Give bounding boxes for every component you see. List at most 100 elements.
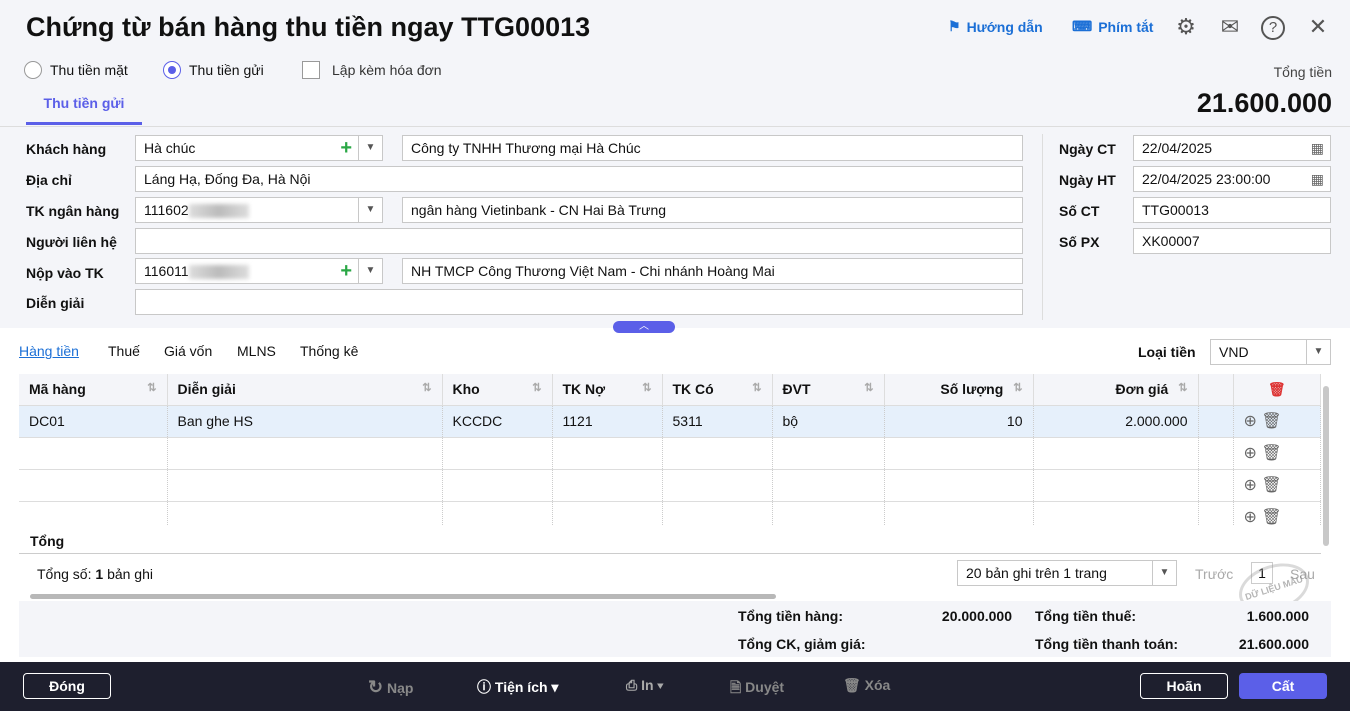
radio-deposit[interactable]: Thu tiền gửi — [163, 61, 264, 79]
col-header: TK Nợ ⇅ — [552, 374, 663, 406]
save-button[interactable]: Cất — [1239, 673, 1327, 699]
address-input[interactable]: Láng Hạ, Đống Đa, Hà Nội — [135, 166, 1023, 192]
tax-total-label: Tổng tiền thuế: — [1035, 608, 1137, 624]
delete-all-icon[interactable]: 🗑 — [1233, 374, 1321, 406]
desc-input[interactable] — [135, 289, 1023, 315]
horizontal-scrollbar[interactable] — [30, 594, 776, 599]
calendar-icon: ▦ — [1310, 171, 1324, 187]
invoice-checkbox[interactable]: Lập kèm hóa đơn — [302, 61, 442, 79]
tax-total-value: 1.600.000 — [1246, 608, 1309, 624]
subtab-cost[interactable]: Giá vốn — [164, 343, 212, 359]
page-title: Chứng từ bán hàng thu tiền ngay TTG00013 — [26, 12, 591, 42]
discount-label: Tổng CK, giảm giá: — [738, 636, 866, 652]
bank-account-input[interactable]: 111602 ▼ — [135, 197, 383, 223]
deposit-name-input[interactable]: NH TMCP Công Thương Việt Nam - Chi nhánh… — [402, 258, 1023, 284]
currency-label: Loại tiền — [1138, 344, 1196, 360]
table-row[interactable]: ⊕ 🗑 — [19, 437, 1321, 470]
guide-icon: ⚑ — [948, 18, 961, 34]
document-icon: 🗎 — [730, 679, 742, 695]
print-button[interactable]: ⎙ In ▾ — [626, 677, 663, 694]
date-ht-label: Ngày HT — [1059, 172, 1116, 188]
vertical-scrollbar[interactable] — [1323, 386, 1329, 546]
subtab-stats[interactable]: Thống kê — [300, 343, 358, 359]
col-header: ĐVT ⇅ — [772, 374, 885, 406]
calendar-icon: ▦ — [1310, 140, 1324, 156]
contact-input[interactable] — [135, 228, 1023, 254]
reload-icon: ↻ — [368, 677, 384, 697]
so-ct-input[interactable]: TTG00013 — [1133, 197, 1331, 223]
so-px-label: Số PX — [1059, 234, 1100, 250]
desc-label: Diễn giải — [26, 295, 85, 311]
address-label: Địa chỉ — [26, 172, 72, 188]
goods-table: Mã hàng ⇅ Diễn giải ⇅ Kho ⇅ TK Nợ ⇅ TK Có ⇅ Đ… — [19, 374, 1321, 534]
table-total-label: Tổng — [30, 533, 65, 549]
radio-deposit-label: Thu tiền gửi — [189, 62, 264, 78]
approve-button[interactable]: 🗎 Duyệt — [730, 677, 784, 701]
date-ht-input[interactable]: 22/04/2025 23:00:00 ▦ — [1133, 166, 1331, 192]
add-row-icon: ⊕ — [1243, 445, 1257, 462]
help-icon[interactable]: ? — [1261, 16, 1285, 40]
utilities-button[interactable]: ⓘ Tiện ích ▾ — [477, 677, 558, 697]
goods-total-value: 20.000.000 — [941, 608, 1012, 624]
invoice-label: Lập kèm hóa đơn — [332, 62, 442, 78]
chevron-down-icon: ▼ — [1152, 561, 1176, 585]
shortcuts-button[interactable]: ⌨ Phím tắt — [1072, 18, 1153, 35]
col-header: Kho ⇅ — [442, 374, 553, 406]
chevron-down-icon: ▼ — [358, 198, 382, 222]
keyboard-icon: ⌨ — [1072, 18, 1093, 34]
trash-icon: 🗑 — [843, 677, 861, 693]
pay-total-label: Tổng tiền thanh toán: — [1035, 636, 1179, 652]
add-icon: + — [340, 137, 352, 159]
chevron-down-icon: ▼ — [358, 136, 382, 160]
subtab-goods[interactable]: Hàng tiền — [19, 343, 79, 359]
prev-page-button[interactable]: Trước — [1195, 566, 1233, 582]
delete-button[interactable]: 🗑 Xóa — [843, 677, 890, 694]
total-value: 21.600.000 — [1196, 88, 1332, 118]
col-header: TK Có ⇅ — [662, 374, 773, 406]
contact-label: Người liên hệ — [26, 234, 117, 250]
close-icon[interactable]: ✕ — [1305, 14, 1331, 40]
date-ct-input[interactable]: 22/04/2025 ▦ — [1133, 135, 1331, 161]
chevron-down-icon: ▼ — [1306, 340, 1330, 364]
deposit-label: Nộp vào TK — [26, 265, 104, 281]
col-header: ⇅ Số lượng — [884, 374, 1034, 406]
record-count: Tổng số: 1 bản ghi — [37, 566, 153, 582]
guide-button[interactable]: ⚑ Hướng dẫn — [948, 18, 1043, 35]
table-row[interactable]: DC01 Ban ghe HS KCCDC 1121 5311 bộ 10 2.000.000… — [19, 405, 1321, 438]
info-icon: ⓘ — [477, 679, 491, 695]
subtab-tax[interactable]: Thuế — [108, 343, 140, 359]
col-header: Mã hàng ⇅ — [19, 374, 168, 406]
gear-icon[interactable]: ⚙ — [1173, 14, 1199, 40]
mail-icon[interactable]: ✉ — [1217, 14, 1243, 40]
customer-label: Khách hàng — [26, 141, 107, 157]
chevron-down-icon: ▼ — [358, 259, 382, 283]
add-row-icon: ⊕ — [1243, 509, 1257, 526]
total-label: Tổng tiền — [1273, 64, 1332, 80]
radio-cash[interactable]: Thu tiền mặt — [24, 61, 128, 79]
goods-total-label: Tổng tiền hàng: — [738, 608, 843, 624]
deposit-account-input[interactable]: 116011 + ▼ — [135, 258, 383, 284]
bank-label: TK ngân hàng — [26, 203, 120, 219]
delete-row-icon: 🗑 — [1261, 477, 1282, 494]
col-header: Diễn giải ⇅ — [167, 374, 443, 406]
cancel-button[interactable]: Hoãn — [1140, 673, 1228, 699]
collapse-button[interactable]: ︿ — [613, 321, 675, 333]
tab-deposit[interactable]: Thu tiền gửi — [26, 92, 142, 125]
so-ct-label: Số CT — [1059, 203, 1100, 219]
subtab-mlns[interactable]: MLNS — [237, 343, 276, 359]
table-row[interactable]: ⊕ 🗑 — [19, 469, 1321, 502]
delete-row-icon: 🗑 — [1261, 509, 1282, 526]
guide-label: Hướng dẫn — [966, 18, 1043, 35]
customer-name-input[interactable]: Công ty TNHH Thương mại Hà Chúc — [402, 135, 1023, 161]
col-header: ⇅ Đơn giá — [1033, 374, 1199, 406]
add-row-icon[interactable]: ⊕ — [1244, 413, 1257, 430]
so-px-input[interactable]: XK00007 — [1133, 228, 1331, 254]
close-button[interactable]: Đóng — [23, 673, 111, 699]
bank-name-input[interactable]: ngân hàng Vietinbank - CN Hai Bà Trưng — [402, 197, 1023, 223]
reload-button[interactable]: ↻ Nạp — [368, 677, 413, 698]
add-icon: + — [340, 260, 352, 282]
page-size-select[interactable]: 20 bản ghi trên 1 trang ▼ — [957, 560, 1177, 586]
currency-select[interactable]: VND ▼ — [1210, 339, 1331, 365]
customer-code-input[interactable]: Hà chúc + ▼ — [135, 135, 383, 161]
delete-row-icon[interactable]: 🗑 — [1261, 413, 1281, 430]
